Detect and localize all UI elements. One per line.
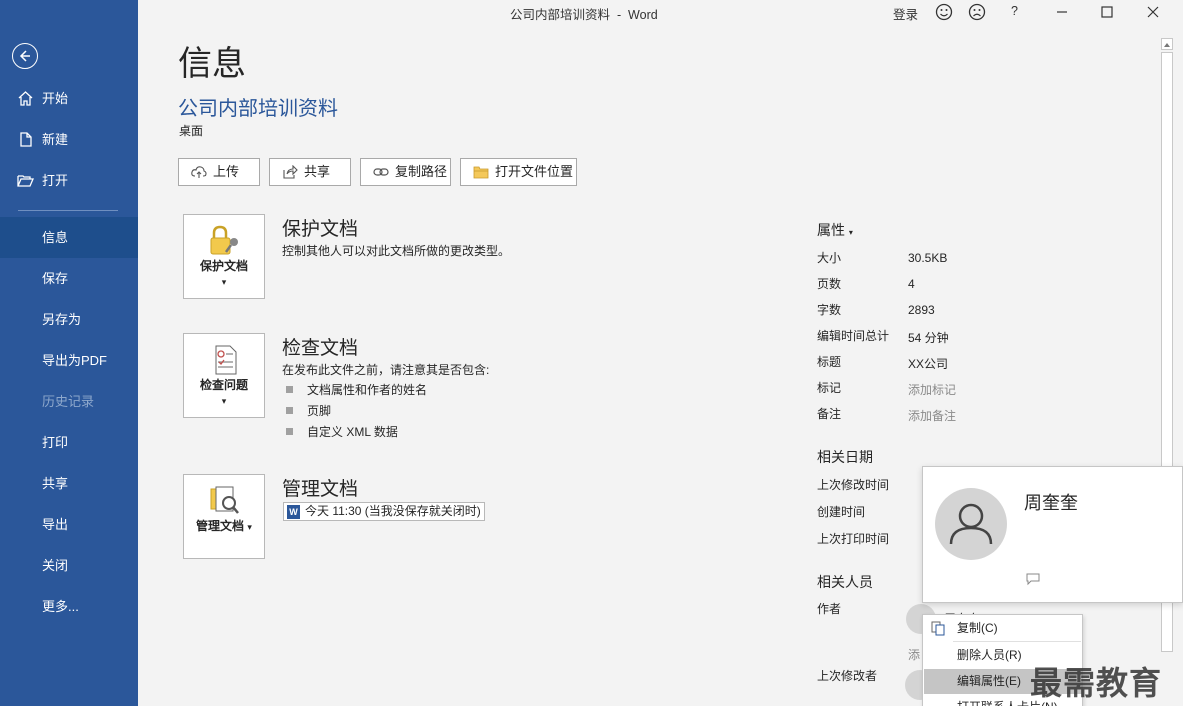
share-button[interactable]: 共享 (269, 158, 351, 186)
maximize-icon[interactable] (1097, 2, 1117, 22)
property-label: 备注 (817, 407, 842, 421)
window-bottom-edge (0, 706, 1183, 718)
sidebar-item-open[interactable]: 打开 (0, 160, 138, 201)
related-people-heading: 相关人员 (817, 574, 873, 590)
avatar (935, 488, 1007, 560)
lock-key-icon (210, 225, 238, 255)
author-label: 作者 (817, 602, 842, 616)
date-label: 创建时间 (817, 505, 866, 519)
property-value: 2893 (908, 303, 935, 317)
sidebar-item-home[interactable]: 开始 (0, 78, 138, 119)
sidebar-item-save[interactable]: 保存 (0, 258, 138, 299)
sidebar-item-export[interactable]: 导出 (0, 504, 138, 545)
page-title: 信息 (178, 45, 246, 83)
property-value: 54 分钟 (908, 331, 949, 345)
info-pane: 信息 公司内部培训资料 桌面 上传 共享 复制路径 打开文件位置 保护文档 ▾ 保… (138, 24, 1160, 706)
property-value: 4 (908, 277, 915, 291)
sidebar-item-history: 历史记录 (42, 394, 95, 409)
inspect-bullet: 文档属性和作者的姓名 (286, 381, 427, 398)
manage-document-title: 管理文档 (282, 479, 359, 500)
sidebar-item-new[interactable]: 新建 (0, 119, 138, 160)
protect-document-title: 保护文档 (282, 219, 359, 240)
sidebar-item-more[interactable]: 更多... (0, 586, 138, 627)
cloud-upload-icon (191, 166, 207, 178)
back-arrow-icon[interactable] (12, 43, 38, 69)
document-title: 公司内部培训资料 (178, 98, 338, 120)
contact-card-popup: 周奎奎 (922, 466, 1183, 603)
scroll-up-arrow-icon[interactable] (1161, 38, 1173, 50)
manage-document-button[interactable]: 管理文档 ▾ (183, 474, 265, 559)
word-doc-icon: W (287, 505, 300, 519)
properties-dropdown[interactable]: 属性 ▾ (817, 220, 853, 240)
tags-property-field[interactable]: 添加标记 (908, 381, 956, 398)
folder-icon (473, 166, 489, 179)
contact-name: 周奎奎 (1024, 493, 1078, 513)
property-label: 标记 (817, 381, 842, 395)
sidebar-item-export-pdf[interactable]: 导出为PDF (0, 340, 138, 381)
check-for-issues-button[interactable]: 检查问题 ▾ (183, 333, 265, 418)
link-icon (373, 168, 389, 176)
home-icon (18, 91, 33, 106)
copy-icon (931, 621, 945, 636)
manage-document-icon (210, 486, 239, 514)
title-property-field[interactable]: XX公司 (908, 355, 948, 372)
sidebar-item-print[interactable]: 打印 (0, 422, 138, 463)
inspect-bullet: 页脚 (286, 402, 331, 419)
document-location: 桌面 (179, 124, 204, 138)
related-dates-heading: 相关日期 (817, 449, 873, 465)
property-label: 页数 (817, 277, 842, 291)
message-icon[interactable] (1025, 572, 1041, 586)
sidebar-item-info[interactable]: 信息 (0, 217, 138, 258)
share-icon (283, 165, 298, 179)
smile-icon[interactable] (934, 2, 954, 22)
property-value: 30.5KB (908, 251, 948, 265)
person-icon (949, 503, 993, 545)
sidebar-divider (18, 210, 118, 211)
menu-item-copy[interactable]: 复制(C) (924, 616, 1083, 641)
property-label: 标题 (817, 355, 842, 369)
open-folder-icon (17, 175, 34, 187)
inspect-document-desc: 在发布此文件之前，请注意其是否包含: (282, 363, 490, 377)
property-label: 字数 (817, 303, 842, 317)
date-label: 上次修改时间 (817, 478, 890, 492)
inspect-document-title: 检查文档 (282, 338, 359, 359)
open-file-location-button[interactable]: 打开文件位置 (460, 158, 577, 186)
title-bar: 公司内部培训资料 - Word 登录 ? (138, 0, 1183, 24)
frown-icon[interactable] (967, 2, 987, 22)
sidebar-item-share[interactable]: 共享 (0, 463, 138, 504)
protect-document-desc: 控制其他人可以对此文档所做的更改类型。 (282, 244, 511, 258)
minimize-icon[interactable] (1052, 2, 1072, 22)
copy-path-button[interactable]: 复制路径 (360, 158, 451, 186)
sidebar-item-save-as[interactable]: 另存为 (0, 299, 138, 340)
add-author-link[interactable]: 添 (908, 646, 920, 663)
menu-separator (953, 641, 1081, 642)
date-label: 上次打印时间 (817, 532, 890, 546)
property-label: 编辑时间总计 (817, 329, 890, 343)
protect-document-button[interactable]: 保护文档 ▾ (183, 214, 265, 299)
upload-button[interactable]: 上传 (178, 158, 260, 186)
property-label: 大小 (817, 251, 842, 265)
watermark-logo: 最需教育 (1030, 664, 1163, 702)
window-title: 公司内部培训资料 - Word (510, 8, 658, 22)
last-modified-by-label: 上次修改者 (817, 669, 878, 683)
autosave-version-link[interactable]: W 今天 11:30 (当我没保存就关闭时) (283, 502, 485, 521)
inspect-document-icon (215, 345, 237, 375)
help-button[interactable]: ? (1011, 4, 1018, 18)
login-link[interactable]: 登录 (893, 4, 918, 23)
comments-property-field[interactable]: 添加备注 (908, 407, 956, 424)
backstage-sidebar: 开始 新建 打开 信息 保存 另存为 导出为PDF 历史记录 打印 共享 导出 … (0, 0, 138, 706)
new-document-icon (20, 132, 32, 147)
close-icon[interactable] (1143, 2, 1163, 22)
sidebar-item-close[interactable]: 关闭 (0, 545, 138, 586)
inspect-bullet: 自定义 XML 数据 (286, 423, 398, 440)
